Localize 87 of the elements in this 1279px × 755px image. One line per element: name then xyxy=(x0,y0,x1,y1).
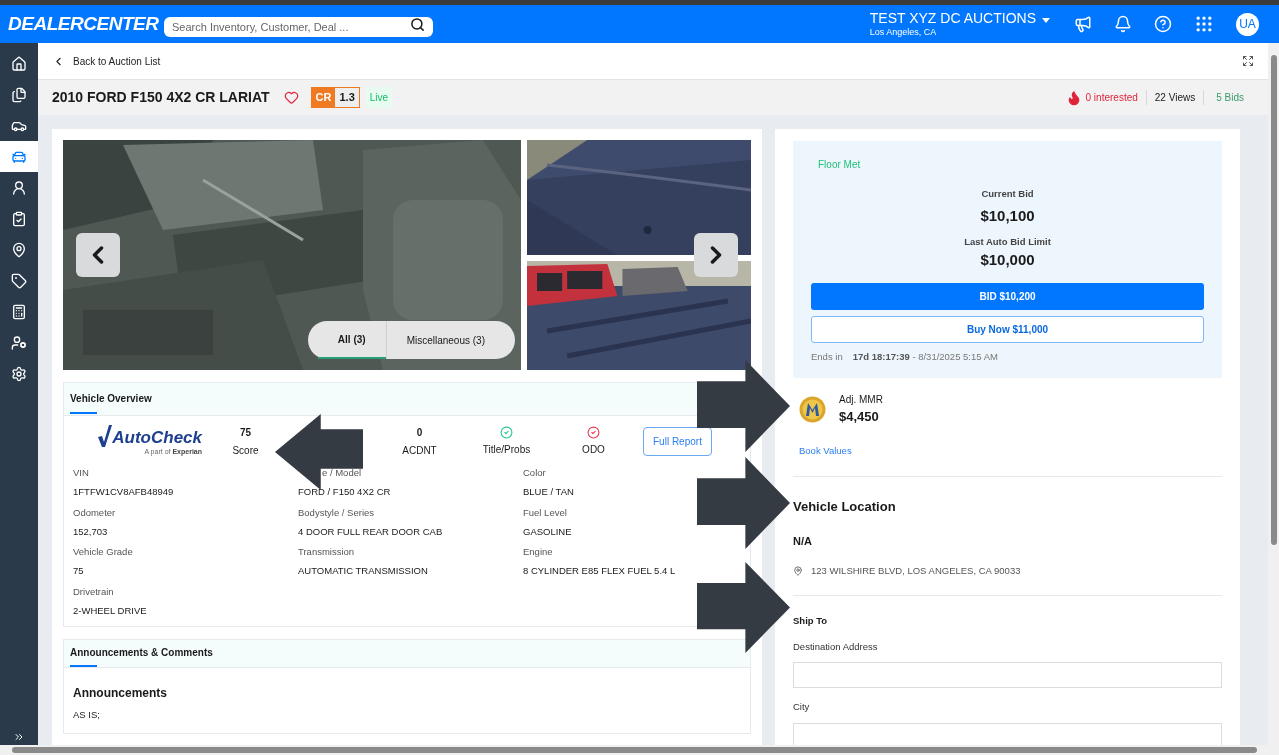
location-name: N/A xyxy=(793,534,813,549)
text-field[interactable] xyxy=(793,662,1222,689)
auto-bid-label: Last Auto Bid Limit xyxy=(964,234,1051,249)
bell-icon[interactable] xyxy=(1114,15,1132,33)
field-label: Color xyxy=(523,466,547,480)
ship-to-title: Ship To xyxy=(793,613,829,628)
field-value: 1FTFW1CV8AFB48949 xyxy=(73,485,175,500)
dealer-selector[interactable]: TEST XYZ DC AUCTIONS Los Angeles, CA xyxy=(869,10,1050,38)
stat-value: 0 xyxy=(416,425,423,440)
stat-value: 75 xyxy=(239,425,252,440)
person-icon xyxy=(11,179,27,196)
field-label: Transmission xyxy=(298,545,356,559)
end-time: 17d 18:17:39 - 8/31/2025 5:15 AM xyxy=(852,349,998,364)
previous-photo-button[interactable] xyxy=(76,233,120,277)
megaphone-icon[interactable] xyxy=(1074,15,1092,33)
field-value: 4 DOOR FULL REAR DOOR CAB xyxy=(298,524,444,539)
book-values-link[interactable]: Book Values xyxy=(793,444,1222,459)
current-bid-label: Current Bid xyxy=(981,187,1034,201)
field-value: FORD / F150 4X2 CR xyxy=(298,485,392,500)
auto-bid-amount: $10,000 xyxy=(980,250,1035,270)
mmr-label: Adj. MMR xyxy=(839,392,883,407)
checkmark-icon xyxy=(98,424,113,447)
calculator-icon xyxy=(11,303,27,320)
stat-label: Score xyxy=(232,443,259,458)
field-value: BLUE / TAN xyxy=(523,485,575,500)
back-link[interactable]: Back to Auction List xyxy=(52,53,161,69)
field-label: City xyxy=(793,700,811,715)
stat-label: ACDNT xyxy=(402,443,437,458)
field-label: Engine xyxy=(523,545,554,559)
buy-now-button[interactable]: Buy Now $11,000 xyxy=(811,315,1204,343)
ends-label: Ends in xyxy=(811,349,843,364)
user-icon xyxy=(11,334,27,351)
field-label: Vehicle Grade xyxy=(73,545,134,559)
status-badge: Live xyxy=(365,87,393,108)
photo-tab[interactable]: All (3) xyxy=(317,321,386,359)
field-value: 152,703 xyxy=(73,524,109,539)
vehicle-title: 2010 FORD F150 4X2 CR LARIAT xyxy=(52,88,270,107)
documents-icon xyxy=(11,86,27,103)
views-count: 22 Views xyxy=(1146,90,1205,105)
caret-icon xyxy=(1042,18,1050,23)
stat-label: ODO xyxy=(582,442,605,457)
field-value: AUTOMATIC TRANSMISSION xyxy=(298,564,429,579)
announcements-heading: Announcements xyxy=(73,685,168,702)
apps-grid-icon[interactable] xyxy=(1194,14,1214,34)
announcement-text: AS IS; xyxy=(73,708,101,722)
condition-badge: CR 1.3 xyxy=(310,87,360,108)
clipboard-check-icon xyxy=(11,210,27,227)
section-title[interactable]: Vehicle Overview xyxy=(70,390,152,406)
field-label: e / Model xyxy=(321,466,363,480)
heart-icon[interactable] xyxy=(283,90,299,105)
user-avatar[interactable]: UA xyxy=(1236,12,1259,36)
field-label: Drivetrain xyxy=(73,584,115,599)
field-value: 2-WHEEL DRIVE xyxy=(73,603,148,618)
field-label: Bodystyle / Series xyxy=(298,505,376,520)
settings-icon xyxy=(11,365,27,382)
stat-label: Title/Probs xyxy=(482,442,531,457)
map-pin-icon xyxy=(11,241,27,258)
next-photo-button[interactable] xyxy=(694,233,738,277)
medallion-icon xyxy=(799,395,826,423)
field-label: Fuel Level xyxy=(523,505,568,520)
mmr-value: $4,450 xyxy=(839,407,880,426)
home-icon xyxy=(11,55,27,72)
horizontal-scrollbar[interactable] xyxy=(0,745,1279,755)
help-icon[interactable] xyxy=(1154,15,1172,33)
search-icon[interactable] xyxy=(410,16,425,32)
field-value: GASOLINE xyxy=(523,524,573,539)
photo-tab[interactable]: Miscellaneous (3) xyxy=(385,321,505,359)
expand-sidebar-icon[interactable] xyxy=(13,731,25,743)
field-label: VIN xyxy=(73,466,90,480)
search-field[interactable]: Search Inventory, Customer, Deal ... xyxy=(164,17,433,37)
location-title: Vehicle Location xyxy=(793,497,897,516)
field-label: Odometer xyxy=(73,505,117,520)
section-title[interactable]: Announcements & Comments xyxy=(70,644,213,660)
logo[interactable]: DEALERCENTER xyxy=(8,9,164,39)
current-bid-amount: $10,100 xyxy=(980,206,1035,227)
location-pin-icon xyxy=(793,565,803,576)
tag-icon xyxy=(11,272,27,289)
fullscreen-icon[interactable] xyxy=(1242,55,1254,67)
bids-count: 5 Bids xyxy=(1215,91,1244,105)
field-label: Destination Address xyxy=(793,640,879,654)
field-value: 8 CYLINDER E85 FLEX FUEL 5.4 L xyxy=(523,564,677,579)
interested-count: 0 interested xyxy=(1085,90,1147,105)
field-value: 75 xyxy=(73,564,85,579)
floor-status: Floor Met xyxy=(817,158,861,172)
location-address: 123 WILSHIRE BLVD, LOS ANGELES, CA 90033 xyxy=(811,563,1021,578)
vertical-scrollbar[interactable] xyxy=(1268,43,1279,745)
bid-button[interactable]: BID $10,200 xyxy=(811,282,1204,310)
